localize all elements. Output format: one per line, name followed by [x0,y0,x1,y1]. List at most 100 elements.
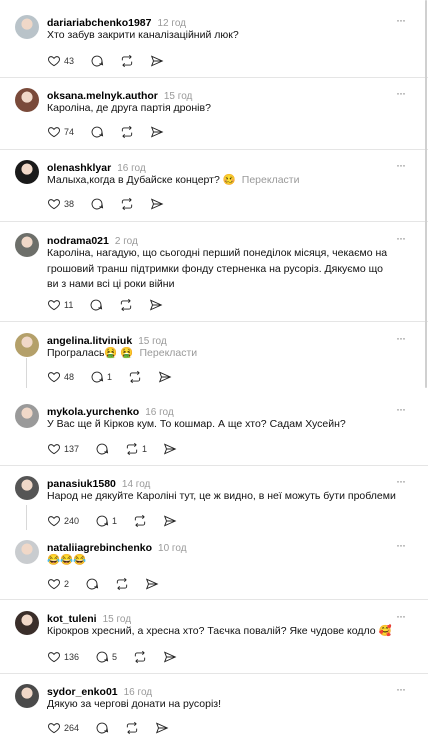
share-button[interactable] [145,576,159,592]
reply-button[interactable]: 1 [95,513,117,529]
repost-icon [120,54,134,68]
comment-body: Кірокров хресний, а хресна хто? Таєчка п… [47,625,392,637]
repost-button[interactable]: 1 [125,441,147,457]
comment-actions: 38 [47,196,180,212]
reply-count: 5 [112,652,118,662]
share-button[interactable] [150,53,164,69]
avatar[interactable] [15,404,39,428]
reply-button[interactable] [85,576,99,592]
more-options-button[interactable]: ··· [396,610,414,624]
avatar[interactable] [15,160,39,184]
comment-body: Кароліна, нагадую, що сьогодні перший по… [47,247,388,290]
avatar[interactable] [15,233,39,257]
repost-icon [128,370,142,384]
comment-actions: 74 [47,124,180,140]
like-button[interactable]: 43 [47,53,74,69]
like-button[interactable]: 136 [47,649,79,665]
comment-actions: 136 5 [47,649,193,665]
reply-button[interactable] [95,441,109,457]
share-icon [150,125,164,139]
repost-button[interactable] [128,369,142,385]
repost-button[interactable] [120,53,134,69]
heart-icon [47,298,61,312]
reply-button[interactable] [90,196,104,212]
repost-button[interactable] [125,720,139,736]
avatar[interactable] [15,333,39,357]
scrollbar[interactable] [425,0,427,388]
divider [0,77,428,78]
like-count: 48 [64,372,75,382]
repost-button[interactable] [115,576,129,592]
share-icon [150,54,164,68]
more-options-button[interactable]: ··· [396,475,414,489]
comment-body: У Вас ще й Кірков кум. То кошмар. А ще х… [47,418,346,430]
share-button[interactable] [163,441,177,457]
divider [0,321,428,322]
like-button[interactable]: 11 [47,297,73,313]
avatar[interactable] [15,15,39,39]
share-button[interactable] [163,649,177,665]
comment-text: 😂😂😂 [47,553,397,569]
share-icon [145,577,159,591]
more-options-button[interactable]: ··· [396,87,414,101]
comment-body: 😂😂😂 [47,554,87,566]
like-button[interactable]: 2 [47,576,69,592]
share-icon [149,298,163,312]
share-button[interactable] [150,196,164,212]
more-options-button[interactable]: ··· [396,332,414,346]
more-options-button[interactable]: ··· [396,14,414,28]
avatar-image [15,88,39,112]
translate-link[interactable]: Перекласти [140,347,198,359]
comment-text: Народ не дякуйте Кароліні тут, це ж видн… [47,489,397,505]
avatar[interactable] [15,540,39,564]
share-button[interactable] [158,369,172,385]
avatar[interactable] [15,684,39,708]
like-button[interactable]: 74 [47,124,74,140]
like-count: 240 [64,516,80,526]
share-button[interactable] [155,720,169,736]
comment-text: Дякую за чергові донати на русоріз! [47,697,397,713]
like-count: 43 [64,56,75,66]
translate-link[interactable]: Перекласти [242,174,300,186]
share-icon [163,442,177,456]
avatar[interactable] [15,611,39,635]
more-options-button[interactable]: ··· [396,403,414,417]
reply-count: 1 [107,372,113,382]
reply-button[interactable] [89,297,103,313]
divider [0,149,428,150]
like-button[interactable]: 264 [47,720,79,736]
reply-button[interactable] [95,720,109,736]
more-options-button[interactable]: ··· [396,539,414,553]
avatar[interactable] [15,88,39,112]
avatar[interactable] [15,476,39,500]
reply-button[interactable]: 1 [90,369,112,385]
repost-button[interactable] [119,297,133,313]
repost-icon [120,197,134,211]
repost-button[interactable] [120,196,134,212]
like-button[interactable]: 38 [47,196,74,212]
repost-button[interactable] [120,124,134,140]
comment-text: У Вас ще й Кірков кум. То кошмар. А ще х… [47,417,397,433]
repost-count: 1 [142,444,148,454]
avatar-image [15,404,39,428]
reply-button[interactable] [90,124,104,140]
more-options-button[interactable]: ··· [396,159,414,173]
heart-icon [47,514,61,528]
comment-text: Кароліна, де друга партія дронів? [47,101,397,117]
like-button[interactable]: 48 [47,369,74,385]
comment-body: Кароліна, де друга партія дронів? [47,102,211,114]
reply-button[interactable]: 5 [95,649,117,665]
more-options-button[interactable]: ··· [396,232,414,246]
share-button[interactable] [149,297,163,313]
share-button[interactable] [163,513,177,529]
more-options-button[interactable]: ··· [396,683,414,697]
repost-icon [120,125,134,139]
repost-button[interactable] [133,513,147,529]
like-count: 136 [64,652,80,662]
reply-button[interactable] [90,53,104,69]
repost-button[interactable] [133,649,147,665]
like-button[interactable]: 137 [47,441,79,457]
share-button[interactable] [150,124,164,140]
like-button[interactable]: 240 [47,513,79,529]
like-count: 38 [64,199,75,209]
